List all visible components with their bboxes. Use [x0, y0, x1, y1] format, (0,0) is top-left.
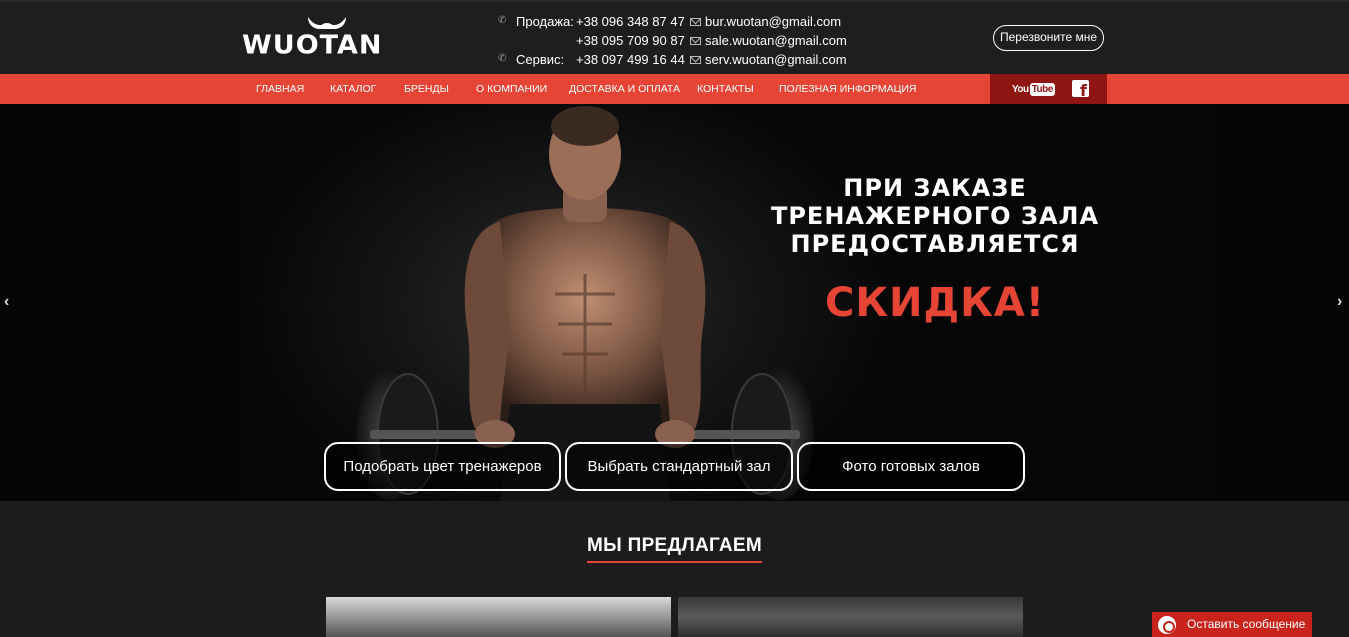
nav-item-useful-info[interactable]: Полезная информация	[779, 74, 917, 104]
section-title: МЫ ПРЕДЛАГАЕМ	[587, 535, 762, 556]
email-link[interactable]: sale.wuotan@gmail.com	[705, 33, 847, 48]
main-nav: Главная Каталог Бренды О компании Достав…	[0, 74, 1349, 104]
slogan-line: ПРЕДОСТАВЛЯЕТСЯ	[790, 230, 1080, 258]
gym-photos-button[interactable]: Фото готовых залов	[797, 442, 1025, 491]
phone-label: Сервис:	[516, 52, 565, 67]
phone-icon: ✆	[498, 53, 507, 64]
offer-card-image[interactable]	[678, 597, 1023, 637]
chat-label: Оставить сообщение	[1187, 617, 1306, 631]
email-link[interactable]: serv.wuotan@gmail.com	[705, 52, 847, 67]
email-link[interactable]: bur.wuotan@gmail.com	[705, 14, 841, 29]
slogan-line: ПРИ ЗАКАЗЕ	[843, 174, 1027, 202]
phone-number[interactable]: +38 096 348 87 47	[576, 12, 685, 31]
email-row: sale.wuotan@gmail.com	[690, 31, 847, 50]
offer-card-image[interactable]	[326, 597, 671, 637]
nav-item-about[interactable]: О компании	[476, 74, 547, 104]
facebook-letter: f	[1080, 81, 1087, 100]
hero-slider: ПРИ ЗАКАЗЕ ТРЕНАЖЕРНОГО ЗАЛА ПРЕДОСТАВЛЯ…	[0, 104, 1349, 501]
phone-icon: ✆	[498, 15, 507, 26]
social-links: You Tube f	[990, 74, 1107, 104]
youtube-tube: Tube	[1029, 83, 1055, 96]
standard-gym-button[interactable]: Выбрать стандартный зал	[565, 442, 793, 491]
slogan-line: ТРЕНАЖЕРНОГО ЗАЛА	[770, 202, 1100, 230]
envelope-icon	[690, 18, 701, 26]
hero-slogan: ПРИ ЗАКАЗЕ ТРЕНАЖЕРНОГО ЗАЛА ПРЕДОСТАВЛЯ…	[760, 174, 1110, 326]
slogan-discount: СКИДКА!	[824, 280, 1046, 326]
envelope-icon	[690, 37, 701, 45]
nav-item-home[interactable]: Главная	[256, 74, 304, 104]
nav-item-brands[interactable]: Бренды	[404, 74, 449, 104]
site-header: WUOTAN ✆ Продажа: +38 096 348 87 47 +38 …	[0, 0, 1349, 74]
chat-bubble-icon	[1158, 616, 1176, 634]
email-row: bur.wuotan@gmail.com	[690, 12, 847, 31]
phone-label: Продажа:	[516, 14, 574, 29]
chat-widget-button[interactable]: Оставить сообщение	[1152, 612, 1312, 637]
title-underline	[587, 561, 762, 563]
chevron-left-icon[interactable]: ‹	[4, 294, 9, 310]
youtube-you: You	[1012, 84, 1029, 95]
nav-item-delivery[interactable]: Доставка и оплата	[569, 74, 680, 104]
email-list: bur.wuotan@gmail.com sale.wuotan@gmail.c…	[690, 12, 847, 69]
youtube-icon[interactable]: You Tube	[1012, 83, 1055, 96]
wuotan-logo[interactable]: WUOTAN	[242, 17, 422, 61]
nav-item-contacts[interactable]: Контакты	[697, 74, 754, 104]
callback-button[interactable]: Перезвоните мне	[993, 25, 1104, 51]
logo-text: WUOTAN	[242, 30, 383, 61]
choose-color-button[interactable]: Подобрать цвет тренажеров	[324, 442, 561, 491]
phone-number[interactable]: +38 097 499 16 44	[576, 50, 685, 69]
email-row: serv.wuotan@gmail.com	[690, 50, 847, 69]
nav-item-catalog[interactable]: Каталог	[330, 74, 376, 104]
chevron-right-icon[interactable]: ›	[1337, 294, 1342, 310]
phone-number[interactable]: +38 095 709 90 87	[576, 31, 685, 50]
envelope-icon	[690, 56, 701, 64]
facebook-icon[interactable]: f	[1072, 80, 1089, 100]
